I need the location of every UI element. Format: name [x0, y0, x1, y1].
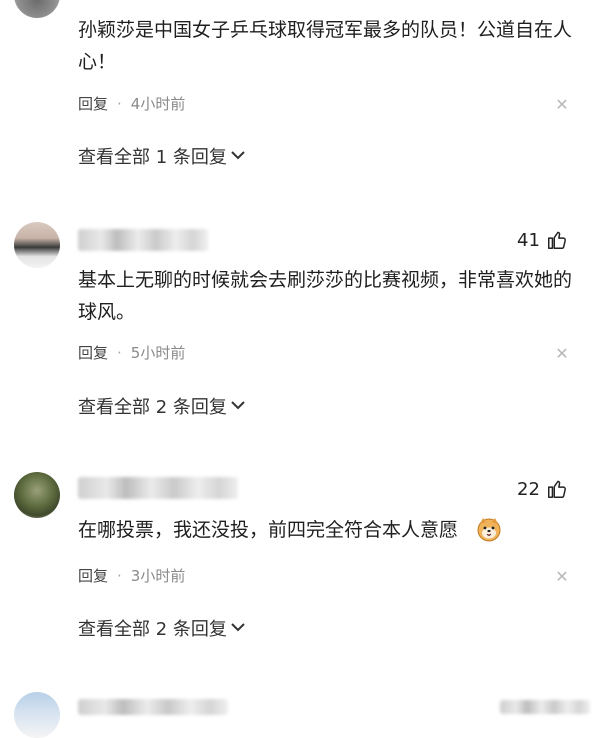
comment-meta: 回复 · 5小时前	[78, 342, 185, 363]
view-all-replies-label: 查看全部 2 条回复	[78, 397, 227, 418]
shiba-dog-emoji-icon	[476, 516, 502, 546]
view-all-replies-button[interactable]: 查看全部 2 条回复	[78, 393, 245, 419]
reply-button[interactable]: 回复	[78, 342, 108, 363]
like-button[interactable]: 41	[517, 229, 568, 251]
separator-dot: ·	[117, 343, 122, 362]
username-blurred[interactable]	[78, 699, 228, 715]
comment-text: 在哪投票，我还没投，前四完全符合本人意愿	[78, 519, 459, 541]
comment-time: 4小时前	[130, 95, 186, 113]
like-count: 22	[517, 478, 540, 500]
comment-meta: 回复 · 4小时前	[78, 93, 185, 114]
chevron-down-icon	[231, 149, 245, 164]
separator-dot: ·	[117, 566, 122, 585]
avatar[interactable]	[14, 222, 60, 268]
view-all-replies-label: 查看全部 1 条回复	[78, 147, 227, 168]
separator-dot: ·	[117, 94, 122, 113]
comment-time: 3小时前	[130, 567, 186, 585]
view-all-replies-label: 查看全部 2 条回复	[78, 619, 227, 640]
reply-button[interactable]: 回复	[78, 93, 108, 114]
chevron-down-icon	[231, 621, 245, 636]
close-icon[interactable]: ✕	[554, 97, 570, 113]
chevron-down-icon	[231, 399, 245, 414]
comment-time: 5小时前	[130, 344, 186, 362]
comment-text: 孙颖莎是中国女子乒乓球取得冠军最多的队员！公道自在人心！	[78, 19, 573, 73]
thumbs-up-icon	[546, 229, 568, 251]
close-icon[interactable]: ✕	[554, 569, 570, 585]
avatar[interactable]	[14, 692, 60, 738]
username-blurred[interactable]	[78, 229, 208, 251]
comment-text: 基本上无聊的时候就会去刷莎莎的比赛视频，非常喜欢她的球风。	[78, 269, 573, 323]
close-icon[interactable]: ✕	[554, 346, 570, 362]
view-all-replies-button[interactable]: 查看全部 1 条回复	[78, 143, 245, 169]
like-count: 41	[517, 229, 540, 251]
comment-meta: 回复 · 3小时前	[78, 565, 185, 586]
watermark-blurred	[500, 700, 590, 714]
view-all-replies-button[interactable]: 查看全部 2 条回复	[78, 615, 245, 641]
avatar[interactable]	[14, 472, 60, 518]
thumbs-up-icon	[546, 478, 568, 500]
like-button[interactable]: 22	[517, 478, 568, 500]
avatar[interactable]	[14, 0, 60, 18]
username-blurred[interactable]	[78, 477, 238, 499]
reply-button[interactable]: 回复	[78, 565, 108, 586]
